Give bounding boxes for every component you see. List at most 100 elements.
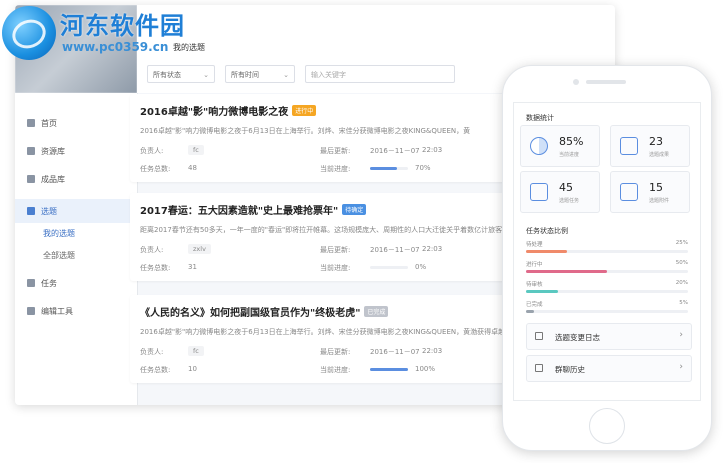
sidebar-subitem-my-topics[interactable]: 我的选题 — [15, 223, 137, 245]
updated-time: 22:03 — [422, 146, 443, 154]
status-badge: 已完成 — [364, 306, 389, 317]
calendar-icon — [535, 332, 543, 340]
stat-caption: 选题附件 — [649, 198, 670, 204]
phone-screen: 数据统计 85% 当前进度 23 选题成果 45 选题任务 15 选题附件 任务… — [513, 102, 701, 401]
chat-icon — [535, 364, 543, 372]
sidebar-item-label: 编辑工具 — [41, 306, 73, 316]
tools-icon — [27, 307, 35, 315]
progress-label: 当前进度: — [320, 264, 351, 272]
sidebar-item-edit-tools[interactable]: 编辑工具 — [15, 299, 137, 323]
ratio-value: 50% — [675, 260, 688, 266]
sidebar-item-products[interactable]: 成品库 — [15, 167, 137, 191]
file-icon — [620, 183, 638, 201]
stack-icon — [27, 175, 35, 183]
pie-icon — [530, 137, 548, 155]
ratio-fill — [526, 270, 607, 273]
progress-value: 0% — [415, 263, 427, 271]
ratio-label: 进行中 — [526, 262, 543, 268]
list-icon — [530, 183, 548, 201]
owner-tag[interactable]: zxlv — [188, 244, 211, 254]
stat-card-progress[interactable]: 85% 当前进度 — [520, 125, 600, 167]
status-filter-value: 所有状态 — [153, 71, 181, 79]
stat-caption: 当前进度 — [559, 152, 580, 158]
topic-title[interactable]: 《人民的名义》如何把副国级官员作为"终极老虎" 已完成 — [140, 304, 389, 319]
stat-number: 85% — [559, 135, 584, 148]
sidebar-item-topics[interactable]: 选题 — [15, 199, 137, 223]
stat-caption: 选题任务 — [559, 198, 580, 204]
camera-icon — [573, 79, 579, 85]
watermark: 河东软件园 www.pc0359.cn — [0, 0, 260, 60]
updated-label: 最后更新: — [320, 246, 351, 254]
watermark-title: 河东软件园 — [60, 12, 185, 40]
progress-fill — [370, 167, 397, 170]
sidebar-item-label: 资源库 — [41, 146, 65, 156]
ratio-label: 待处理 — [526, 242, 543, 248]
ratio-bar — [526, 250, 688, 253]
topic-title[interactable]: 2017春运：五大因素造就"史上最难抢票年" 待确定 — [140, 202, 367, 217]
status-badge: 进行中 — [292, 105, 317, 116]
sidebar-item-resources[interactable]: 资源库 — [15, 139, 137, 163]
updated-time: 22:03 — [422, 245, 443, 253]
ratio-label: 待审核 — [526, 282, 543, 288]
progress-label: 当前进度: — [320, 366, 351, 374]
updated-label: 最后更新: — [320, 348, 351, 356]
updated-time: 22:03 — [422, 347, 443, 355]
time-filter-select[interactable]: 所有时间 ⌄ — [225, 65, 295, 83]
status-ratio-row: 待处理 25% — [526, 240, 688, 260]
ratio-bar — [526, 310, 688, 313]
sidebar-item-label: 任务 — [41, 278, 57, 288]
ratio-fill — [526, 310, 535, 313]
owner-tag[interactable]: fc — [188, 346, 204, 356]
task-total-label: 任务总数: — [140, 264, 171, 272]
stat-card-attachments[interactable]: 15 选题附件 — [610, 171, 690, 213]
progress-fill — [370, 368, 408, 371]
ratio-fill — [526, 250, 567, 253]
owner-tag[interactable]: fc — [188, 145, 204, 155]
stat-number: 15 — [649, 181, 663, 194]
owner-label: 负责人: — [140, 348, 164, 356]
task-total-label: 任务总数: — [140, 366, 171, 374]
stat-card-results[interactable]: 23 选题成果 — [610, 125, 690, 167]
folder-icon — [620, 137, 638, 155]
status-ratio-row: 待审核 20% — [526, 280, 688, 300]
ratio-fill — [526, 290, 559, 293]
menu-item-label: 群聊历史 — [555, 365, 585, 374]
chevron-down-icon: ⌄ — [283, 71, 289, 79]
sidebar-subitem-all-topics[interactable]: 全部选题 — [15, 245, 137, 267]
stat-caption: 选题成果 — [649, 152, 670, 158]
progress-value: 70% — [415, 164, 431, 172]
topic-title[interactable]: 2016卓越"影"响力微博电影之夜 进行中 — [140, 103, 317, 118]
ratio-bar — [526, 290, 688, 293]
ratio-value: 5% — [679, 300, 688, 306]
owner-label: 负责人: — [140, 147, 164, 155]
watermark-logo-icon — [2, 6, 56, 60]
progress-label: 当前进度: — [320, 165, 351, 173]
keyword-search-input[interactable]: 输入关键字 — [305, 65, 455, 83]
home-button[interactable] — [589, 408, 625, 444]
time-filter-value: 所有时间 — [231, 71, 259, 79]
status-filter-select[interactable]: 所有状态 ⌄ — [147, 65, 215, 83]
ratio-value: 20% — [675, 280, 688, 286]
sidebar-item-label: 成品库 — [41, 174, 65, 184]
chat-history-menu-item[interactable]: 群聊历史 › — [526, 355, 692, 382]
updated-date: 2016－11－07 — [370, 246, 420, 254]
stat-number: 45 — [559, 181, 573, 194]
task-total-value: 48 — [188, 164, 197, 172]
menu-item-label: 选题变更日志 — [555, 333, 600, 342]
sidebar-item-home[interactable]: 首页 — [15, 111, 137, 135]
stat-card-tasks[interactable]: 45 选题任务 — [520, 171, 600, 213]
sidebar-item-label: 选题 — [41, 206, 57, 216]
watermark-url: www.pc0359.cn — [62, 40, 169, 54]
progress-value: 100% — [415, 365, 436, 373]
updated-label: 最后更新: — [320, 147, 351, 155]
task-total-value: 10 — [188, 365, 197, 373]
sidebar-item-tasks[interactable]: 任务 — [15, 271, 137, 295]
task-total-value: 31 — [188, 263, 197, 271]
grid-icon — [27, 207, 35, 215]
folder-icon — [27, 147, 35, 155]
status-ratio-row: 进行中 50% — [526, 260, 688, 280]
status-badge: 待确定 — [342, 204, 367, 215]
progress-bar — [370, 368, 408, 371]
phone-mockup: 数据统计 85% 当前进度 23 选题成果 45 选题任务 15 选题附件 任务… — [502, 65, 712, 451]
change-log-menu-item[interactable]: 选题变更日志 › — [526, 323, 692, 350]
